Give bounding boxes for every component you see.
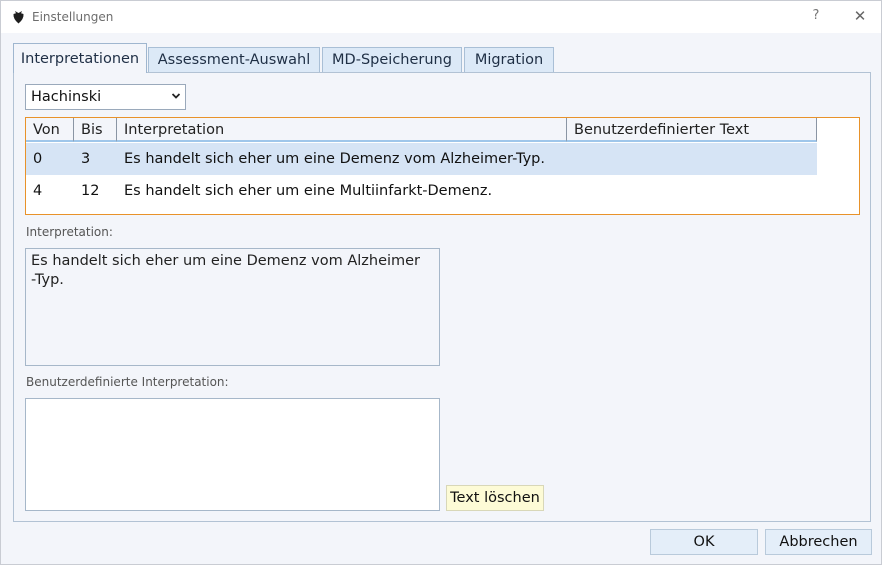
tab-assessment-auswahl[interactable]: Assessment-Auswahl — [148, 47, 320, 72]
cell-bis: 12 — [81, 183, 100, 199]
interpretation-table: Von Bis Interpretation Benutzerdefiniert… — [25, 117, 860, 215]
assessment-select-value: Hachinski — [31, 89, 102, 105]
column-header-von[interactable]: Von — [26, 118, 74, 142]
clear-text-button[interactable]: Text löschen — [446, 485, 544, 511]
cancel-button[interactable]: Abbrechen — [765, 529, 872, 555]
interpretation-text-line: -Typ. — [31, 272, 64, 288]
strawberry-icon — [13, 11, 24, 24]
tab-interpretationen[interactable]: Interpretationen — [13, 43, 147, 73]
cell-interpretation: Es handelt sich eher um eine Demenz vom … — [124, 151, 545, 167]
table-row[interactable]: 0 3 Es handelt sich eher um eine Demenz … — [26, 143, 817, 175]
interpretation-text: Es handelt sich eher um eine Demenz vom … — [25, 248, 440, 366]
column-header-bis[interactable]: Bis — [74, 118, 117, 142]
cell-von: 0 — [33, 151, 43, 167]
interpretation-text-line: Es handelt sich eher um eine Demenz vom … — [31, 253, 421, 269]
cell-bis: 3 — [81, 151, 91, 167]
assessment-select[interactable]: Hachinski — [25, 84, 186, 110]
column-header-custom-text[interactable]: Benutzerdefinierter Text — [567, 118, 817, 142]
custom-interpretation-field[interactable] — [25, 398, 440, 511]
title-bar: Einstellungen ? ✕ — [1, 1, 881, 33]
settings-dialog: Einstellungen ? ✕ Interpretationen Asses… — [0, 0, 882, 565]
help-button[interactable]: ? — [806, 6, 826, 26]
tab-md-speicherung[interactable]: MD-Speicherung — [322, 47, 462, 72]
table-row[interactable]: 4 12 Es handelt sich eher um eine Multii… — [26, 175, 817, 207]
cell-von: 4 — [33, 183, 43, 199]
window-title: Einstellungen — [32, 10, 114, 24]
close-button[interactable]: ✕ — [849, 6, 871, 26]
chevron-down-icon — [172, 93, 180, 99]
column-header-interpretation[interactable]: Interpretation — [117, 118, 567, 142]
tab-migration[interactable]: Migration — [464, 47, 554, 72]
cell-interpretation: Es handelt sich eher um eine Multiinfark… — [124, 183, 493, 199]
custom-interpretation-label: Benutzerdefinierte Interpretation: — [26, 375, 229, 389]
interpretation-label: Interpretation: — [26, 225, 113, 239]
ok-button[interactable]: OK — [650, 529, 758, 555]
